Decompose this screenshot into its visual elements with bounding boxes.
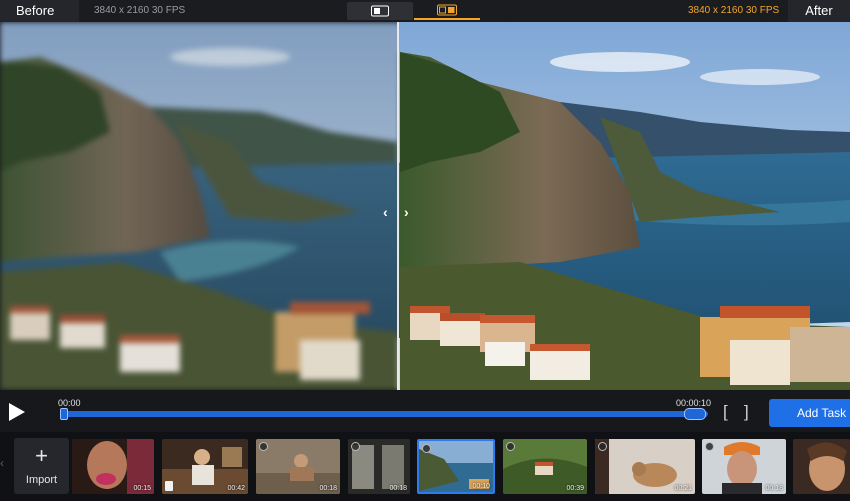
media-thumbnail[interactable] bbox=[793, 439, 850, 494]
thumbnail-image bbox=[793, 439, 850, 494]
add-task-button[interactable]: Add Task bbox=[769, 399, 850, 427]
thumbnail-duration: 00:15 bbox=[133, 485, 151, 492]
media-thumbnail[interactable]: 00:15 bbox=[72, 439, 154, 494]
media-thumbnail[interactable]: 00:21 bbox=[595, 439, 695, 494]
output-resolution-info: 3840 x 2160 30 FPS bbox=[688, 5, 780, 16]
before-preview-image bbox=[0, 22, 398, 390]
plus-icon: + bbox=[35, 443, 48, 468]
media-strip: ‹ + Import 00:15 00:42 00:18 00:18 00:10… bbox=[0, 432, 850, 501]
import-label: Import bbox=[25, 474, 58, 486]
after-preview-image bbox=[398, 22, 850, 390]
player-controls: 00:00 00:00:10 [ ] Add Task bbox=[0, 390, 850, 432]
strip-scroll-left-icon[interactable]: ‹ bbox=[0, 456, 4, 470]
edited-badge-icon bbox=[598, 442, 607, 451]
before-label: Before bbox=[0, 0, 79, 22]
thumbnail-duration: 00:18 bbox=[765, 485, 783, 492]
side-by-side-icon bbox=[437, 4, 457, 16]
thumbnail-duration: 00:42 bbox=[227, 485, 245, 492]
media-thumbnail[interactable]: 00:42 bbox=[162, 439, 248, 494]
thumbnail-duration: 00:18 bbox=[319, 485, 337, 492]
edited-badge-icon bbox=[259, 442, 268, 451]
split-view-icon bbox=[371, 5, 389, 17]
media-thumbnail[interactable]: 00:18 bbox=[256, 439, 340, 494]
after-label: After bbox=[788, 0, 850, 22]
split-view-button[interactable] bbox=[347, 2, 413, 20]
side-by-side-view-button[interactable] bbox=[414, 2, 480, 20]
thumbnail-duration: 00:39 bbox=[566, 485, 584, 492]
edited-badge-icon bbox=[506, 442, 515, 451]
edited-badge-icon bbox=[705, 442, 714, 451]
top-bar: Before 3840 x 2160 30 FPS 3840 x 2160 30… bbox=[0, 0, 850, 22]
edited-badge-icon bbox=[351, 442, 360, 451]
timeline-track[interactable] bbox=[60, 411, 708, 417]
play-icon[interactable] bbox=[8, 402, 26, 422]
media-thumbnail[interactable]: 00:18 bbox=[348, 439, 410, 494]
media-thumbnail[interactable]: 00:18 bbox=[702, 439, 786, 494]
thumbnail-duration: 00:18 bbox=[389, 485, 407, 492]
source-resolution-info: 3840 x 2160 30 FPS bbox=[94, 5, 186, 16]
trim-end-handle[interactable] bbox=[684, 408, 706, 420]
mark-out-button[interactable]: ] bbox=[744, 403, 749, 421]
total-time: 00:00:10 bbox=[676, 398, 712, 408]
document-icon bbox=[165, 481, 173, 491]
thumbnail-duration: 00:21 bbox=[674, 485, 692, 492]
media-thumbnail-selected[interactable]: 00:10 bbox=[417, 439, 495, 494]
mark-in-button[interactable]: [ bbox=[723, 403, 728, 421]
after-landscape-image bbox=[398, 22, 850, 390]
current-time: 00:00 bbox=[58, 398, 81, 408]
before-landscape-image bbox=[0, 22, 398, 390]
trim-start-handle[interactable] bbox=[60, 408, 68, 420]
import-button[interactable]: + Import bbox=[14, 438, 69, 494]
media-thumbnail[interactable]: 00:39 bbox=[503, 439, 587, 494]
compare-divider-handle[interactable] bbox=[397, 22, 399, 390]
edited-badge-icon bbox=[422, 444, 431, 453]
thumbnail-duration: 00:10 bbox=[472, 483, 490, 490]
divider-right-arrow-icon[interactable]: › bbox=[404, 205, 409, 219]
preview-area: ‹ › bbox=[0, 22, 850, 390]
divider-left-arrow-icon[interactable]: ‹ bbox=[383, 205, 388, 219]
